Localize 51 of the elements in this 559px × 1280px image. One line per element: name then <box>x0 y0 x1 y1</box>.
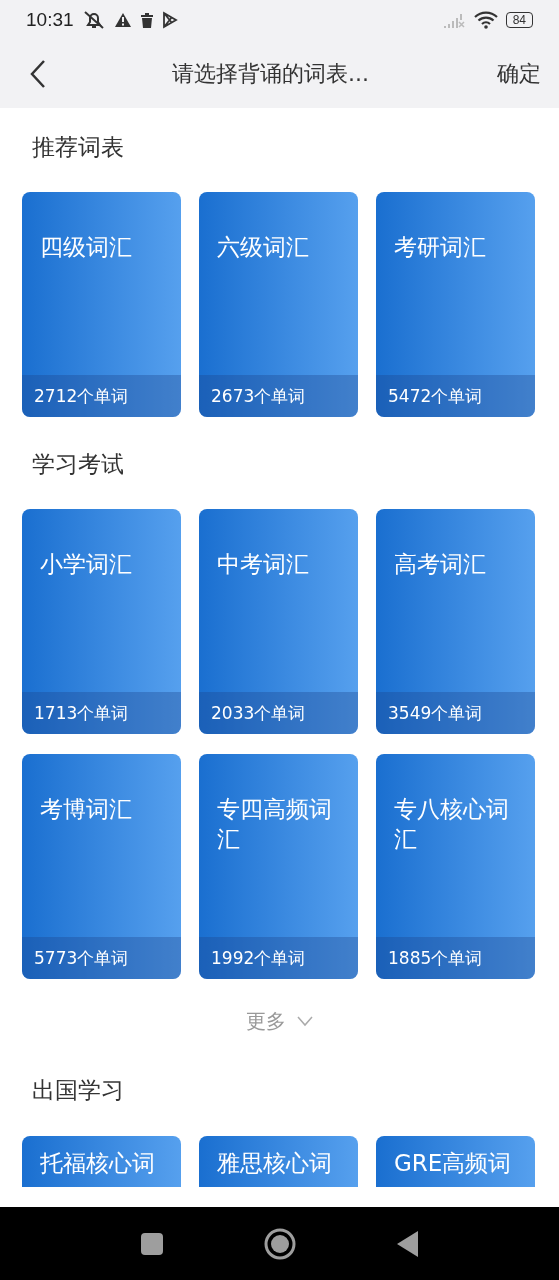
recent-apps-icon[interactable] <box>139 1231 164 1256</box>
wordlist-card[interactable]: 四级词汇 2712个单词 <box>22 192 181 417</box>
wordlist-title: 中考词汇 <box>216 550 310 579</box>
page-title: 请选择背诵的词表... <box>171 60 370 88</box>
word-count: 2673个单词 <box>199 375 358 417</box>
word-count: 3549个单词 <box>376 692 535 734</box>
section-title: 出国学习 <box>31 1076 125 1105</box>
wordlist-title: GRE高频词 <box>393 1149 513 1178</box>
wordlist-title: 雅思核心词 <box>216 1149 333 1178</box>
wordlist-card[interactable]: 小学词汇 1713个单词 <box>22 509 181 734</box>
wordlist-card[interactable]: 考研词汇 5472个单词 <box>376 192 535 417</box>
wordlist-card[interactable]: 雅思核心词 <box>199 1136 358 1187</box>
wordlist-title: 考博词汇 <box>39 795 133 824</box>
section-title: 学习考试 <box>31 450 125 479</box>
word-count: 5773个单词 <box>22 937 181 979</box>
wordlist-card[interactable]: 高考词汇 3549个单词 <box>376 509 535 734</box>
word-count: 1992个单词 <box>199 937 358 979</box>
chevron-down-icon <box>295 1015 314 1027</box>
wordlist-title: 托福核心词 <box>39 1149 156 1178</box>
word-count: 2033个单词 <box>199 692 358 734</box>
wordlist-card[interactable]: 中考词汇 2033个单词 <box>199 509 358 734</box>
wordlist-title: 六级词汇 <box>216 233 310 262</box>
warning-icon <box>113 12 132 28</box>
back-nav-icon[interactable] <box>395 1229 420 1258</box>
wordlist-card[interactable]: 托福核心词 <box>22 1136 181 1187</box>
battery-indicator: 84 <box>505 12 533 28</box>
wordlist-title: 考研词汇 <box>393 233 487 262</box>
wordlist-title: 四级词汇 <box>39 233 133 262</box>
more-button[interactable]: 更多 <box>245 1007 314 1035</box>
wordlist-card[interactable]: 专四高频词汇 1992个单词 <box>199 754 358 979</box>
play-store-icon <box>161 11 178 29</box>
wordlist-title: 小学词汇 <box>39 550 133 579</box>
wordlist-card[interactable]: GRE高频词 <box>376 1136 535 1187</box>
trash-icon <box>139 12 154 28</box>
status-time: 10:31 <box>26 9 74 31</box>
wordlist-card[interactable]: 六级词汇 2673个单词 <box>199 192 358 417</box>
word-count: 1713个单词 <box>22 692 181 734</box>
wifi-icon <box>473 11 498 29</box>
wordlist-card[interactable]: 考博词汇 5773个单词 <box>22 754 181 979</box>
back-icon[interactable] <box>28 59 48 89</box>
wordlist-card[interactable]: 专八核心词汇 1885个单词 <box>376 754 535 979</box>
confirm-button[interactable]: 确定 <box>493 55 545 93</box>
wordlist-title: 专四高频词汇 <box>216 795 333 854</box>
word-count: 1885个单词 <box>376 937 535 979</box>
section-title: 推荐词表 <box>31 133 125 162</box>
word-count: 5472个单词 <box>376 375 535 417</box>
home-icon[interactable] <box>263 1227 296 1260</box>
word-count: 2712个单词 <box>22 375 181 417</box>
signal-icon <box>441 12 466 28</box>
wordlist-title: 高考词汇 <box>393 550 487 579</box>
wordlist-title: 专八核心词汇 <box>393 795 510 854</box>
